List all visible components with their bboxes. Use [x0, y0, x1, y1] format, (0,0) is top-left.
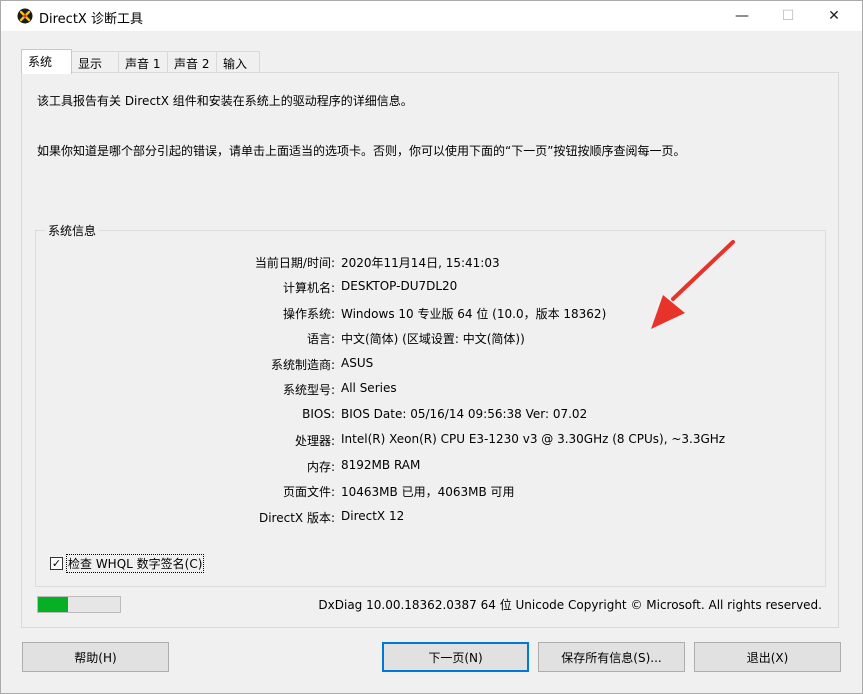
info-label: BIOS:	[302, 407, 335, 421]
next-page-button[interactable]: 下一页(N)	[382, 642, 529, 672]
info-value: BIOS Date: 05/16/14 09:56:38 Ver: 07.02	[341, 407, 588, 421]
tab-display[interactable]: 显示	[71, 51, 119, 73]
progress-bar	[37, 596, 121, 613]
title-bar: DirectX 诊断工具 — ☐ ✕	[1, 1, 862, 31]
close-button[interactable]: ✕	[811, 1, 857, 31]
info-label: 计算机名:	[282, 281, 335, 295]
whql-checkbox[interactable]: ✓	[50, 556, 63, 570]
info-row-manufacturer: 系统制造商: ASUS	[36, 356, 825, 372]
info-row-memory: 内存: 8192MB RAM	[36, 458, 825, 474]
info-value: ASUS	[341, 356, 374, 370]
info-value: DESKTOP-DU7DL20	[341, 279, 458, 293]
info-row-directx-version: DirectX 版本: DirectX 12	[36, 509, 825, 525]
info-row-processor: 处理器: Intel(R) Xeon(R) CPU E3-1230 v3 @ 3…	[36, 432, 825, 448]
exit-button[interactable]: 退出(X)	[694, 642, 841, 672]
info-value: 中文(简体) (区域设置: 中文(简体))	[341, 332, 525, 346]
system-tab-panel: 该工具报告有关 DirectX 组件和安装在系统上的驱动程序的详细信息。 如果你…	[21, 72, 839, 628]
minimize-button[interactable]: —	[719, 1, 765, 31]
info-row-bios: BIOS: BIOS Date: 05/16/14 09:56:38 Ver: …	[36, 407, 825, 423]
info-label: 操作系统:	[282, 307, 335, 321]
info-label: 系统型号:	[282, 383, 335, 397]
info-value: Windows 10 专业版 64 位 (10.0，版本 18362)	[341, 307, 607, 321]
version-copyright-text: DxDiag 10.00.18362.0387 64 位 Unicode Cop…	[318, 598, 822, 612]
info-label: 语言:	[306, 332, 335, 346]
maximize-button[interactable]: ☐	[765, 1, 811, 31]
system-info-title: 系统信息	[45, 222, 100, 239]
whql-checkbox-row[interactable]: ✓ 检查 WHQL 数字签名(C)	[50, 553, 205, 573]
red-arrow-icon	[651, 240, 735, 329]
intro-text-1: 该工具报告有关 DirectX 组件和安装在系统上的驱动程序的详细信息。	[37, 94, 413, 108]
tab-system[interactable]: 系统	[21, 49, 72, 74]
info-row-model: 系统型号: All Series	[36, 381, 825, 397]
whql-checkbox-label[interactable]: 检查 WHQL 数字签名(C)	[66, 553, 205, 573]
directx-icon	[17, 8, 33, 24]
info-label: 内存:	[306, 460, 335, 474]
info-label: 当前日期/时间:	[254, 256, 335, 270]
info-value: DirectX 12	[341, 509, 405, 523]
tab-input[interactable]: 输入	[216, 51, 260, 73]
help-button[interactable]: 帮助(H)	[22, 642, 169, 672]
save-all-info-button[interactable]: 保存所有信息(S)...	[538, 642, 685, 672]
directx-diagnostic-window: DirectX 诊断工具 — ☐ ✕ 系统 显示 声音 1 声音 2 输入 该工…	[0, 0, 863, 694]
info-label: DirectX 版本:	[258, 511, 335, 525]
info-value: Intel(R) Xeon(R) CPU E3-1230 v3 @ 3.30GH…	[341, 432, 726, 446]
info-value: All Series	[341, 381, 397, 395]
info-value: 8192MB RAM	[341, 458, 421, 472]
progress-fill	[38, 597, 69, 612]
info-row-page-file: 页面文件: 10463MB 已用，4063MB 可用	[36, 483, 825, 499]
tab-sound-2[interactable]: 声音 2	[167, 51, 217, 73]
info-label: 页面文件:	[282, 485, 335, 499]
intro-text-2: 如果你知道是哪个部分引起的错误，请单击上面适当的选项卡。否则，你可以使用下面的“…	[37, 144, 686, 158]
info-label: 处理器:	[294, 434, 335, 448]
info-label: 系统制造商:	[270, 358, 335, 372]
window-title: DirectX 诊断工具	[39, 12, 143, 27]
info-value: 2020年11月14日, 15:41:03	[341, 256, 500, 270]
info-value: 10463MB 已用，4063MB 可用	[341, 485, 515, 499]
tab-sound-1[interactable]: 声音 1	[118, 51, 168, 73]
